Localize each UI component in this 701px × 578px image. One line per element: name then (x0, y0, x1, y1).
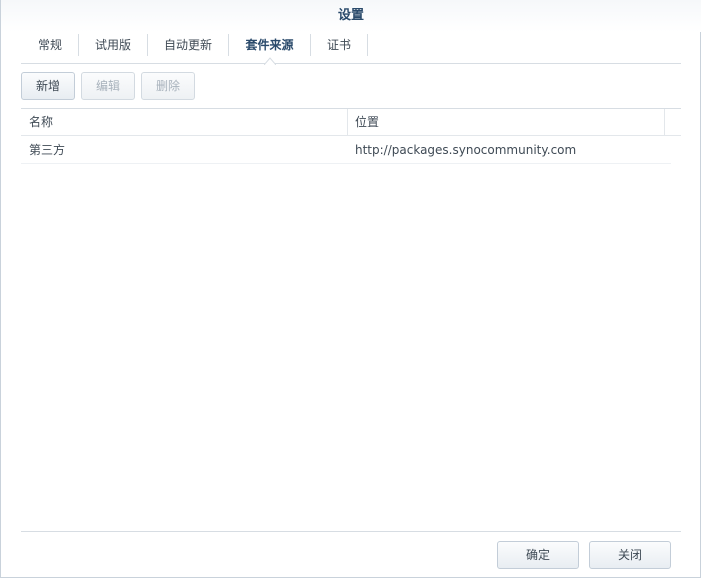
close-button[interactable]: 关闭 (589, 541, 671, 569)
tab-trial[interactable]: 试用版 (79, 32, 147, 58)
column-header-name[interactable]: 名称 (21, 109, 347, 136)
tab-bar: 常规 试用版 自动更新 套件来源 证书 (21, 32, 681, 65)
table-row[interactable]: 第三方 http://packages.synocommunity.com (21, 136, 671, 164)
tab-package-sources[interactable]: 套件来源 (229, 32, 310, 58)
add-button[interactable]: 新增 (21, 72, 75, 100)
column-header-location[interactable]: 位置 (347, 109, 665, 136)
edit-button[interactable]: 编辑 (81, 72, 135, 100)
table-header: 名称 位置 (21, 108, 681, 136)
package-source-table: 名称 位置 第三方 http://packages.synocommunity.… (21, 108, 681, 164)
footer-divider (21, 531, 681, 532)
tab-divider (367, 34, 368, 56)
tab-auto-update[interactable]: 自动更新 (148, 32, 228, 58)
tab-certificate[interactable]: 证书 (311, 32, 367, 58)
source-name-cell: 第三方 (29, 143, 66, 157)
ok-button[interactable]: 确定 (497, 541, 579, 569)
dialog-title: 设置 (1, 0, 701, 32)
source-location-cell: http://packages.synocommunity.com (355, 143, 577, 157)
tab-general[interactable]: 常规 (21, 32, 79, 58)
delete-button[interactable]: 删除 (141, 72, 195, 100)
column-divider (664, 109, 665, 136)
settings-dialog: 设置 常规 试用版 自动更新 套件来源 证书 新增 编辑 删除 名称 位置 第三… (0, 0, 701, 578)
active-tab-caret-icon (264, 57, 276, 65)
